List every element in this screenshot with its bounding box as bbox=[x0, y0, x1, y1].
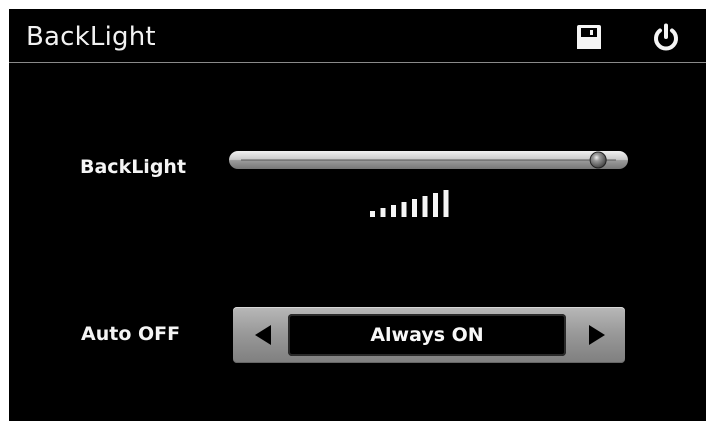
power-icon bbox=[654, 23, 678, 51]
auto-off-label: Auto OFF bbox=[81, 323, 181, 345]
brightness-level-bar bbox=[422, 196, 428, 217]
backlight-label: BackLight bbox=[80, 156, 187, 178]
auto-off-selector: Always ON bbox=[233, 307, 625, 363]
brightness-level-bar bbox=[391, 205, 396, 217]
brightness-level-bar bbox=[443, 190, 449, 217]
auto-off-value: Always ON bbox=[288, 314, 566, 356]
left-arrow-icon bbox=[255, 325, 271, 345]
backlight-slider[interactable] bbox=[229, 150, 628, 171]
brightness-level-bar bbox=[401, 202, 407, 217]
right-arrow-icon bbox=[589, 325, 605, 345]
save-button[interactable] bbox=[574, 22, 604, 52]
brightness-level-bar bbox=[433, 193, 438, 217]
title-divider bbox=[9, 62, 706, 63]
title-bar: BackLight bbox=[9, 9, 706, 61]
slider-thumb[interactable] bbox=[589, 151, 607, 169]
brightness-level-bar bbox=[380, 208, 386, 217]
power-button[interactable] bbox=[651, 22, 681, 52]
brightness-level-bar bbox=[412, 199, 417, 217]
save-icon bbox=[577, 25, 601, 49]
page-title: BackLight bbox=[26, 22, 156, 52]
brightness-level-bar bbox=[370, 211, 375, 217]
backlight-settings-screen: BackLight BackLight Auto OFF Always ON bbox=[9, 9, 706, 421]
previous-option-button[interactable] bbox=[251, 323, 275, 347]
next-option-button[interactable] bbox=[585, 323, 609, 347]
brightness-level-indicator bbox=[370, 190, 449, 217]
